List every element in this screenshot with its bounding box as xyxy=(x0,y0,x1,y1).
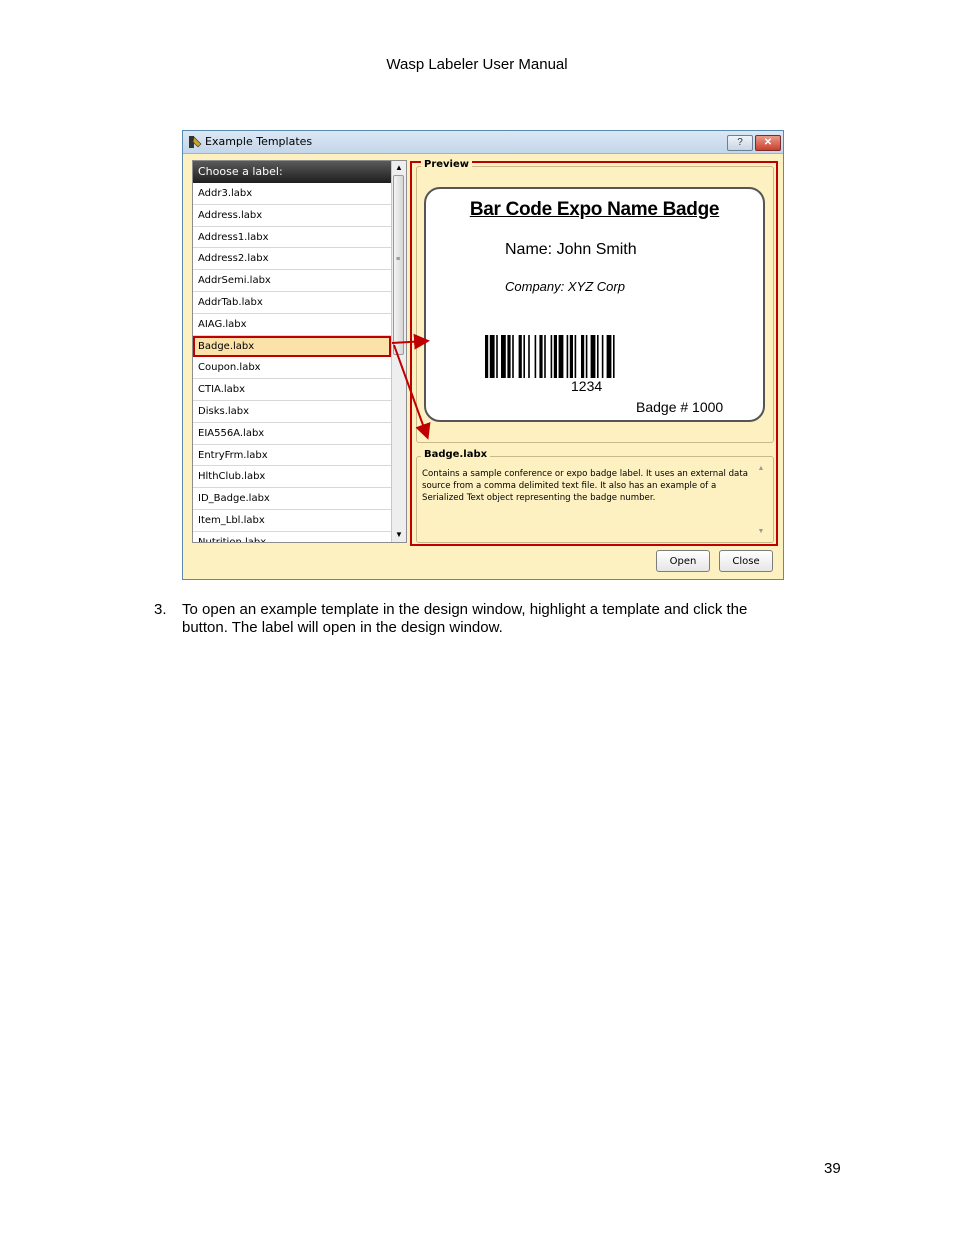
list-items: Addr3.labx Address.labx Address1.labx Addre… xyxy=(193,183,391,542)
barcode-bar xyxy=(534,335,537,378)
description-text: Contains a sample conference or expo bad… xyxy=(422,469,748,503)
document-header-title: Wasp Labeler User Manual xyxy=(386,56,568,73)
list-item[interactable]: HlthClub.labx xyxy=(193,466,391,489)
help-button[interactable]: ? xyxy=(727,135,753,151)
barcode-bar xyxy=(613,335,615,378)
grip-icon: ≡ xyxy=(396,256,401,263)
barcode-bar xyxy=(550,335,553,378)
list-item[interactable]: EIA556A.labx xyxy=(193,423,391,445)
barcode-bar xyxy=(512,335,514,378)
barcode-bar xyxy=(539,335,543,378)
example-templates-dialog: Example Templates ? ✕ Choose a label: Ad… xyxy=(182,130,784,580)
barcode-bar xyxy=(496,335,498,378)
list-scrollbar[interactable]: ▲ ≡ ▼ xyxy=(391,161,406,542)
page-number: 39 xyxy=(824,1160,841,1177)
badge-name: Name: John Smith xyxy=(505,241,637,258)
barcode-bar xyxy=(553,335,557,378)
badge-barcode-number: 1234 xyxy=(571,378,603,394)
barcode-bar xyxy=(501,335,506,378)
dialog-titlebar[interactable]: Example Templates ? ✕ xyxy=(183,131,783,154)
barcode-bar xyxy=(597,335,599,378)
list-item[interactable]: Address.labx xyxy=(193,205,391,227)
list-item[interactable]: EntryFrm.labx xyxy=(193,445,391,467)
barcode-bar xyxy=(544,335,546,378)
barcode-bar xyxy=(601,335,604,378)
list-item[interactable]: Item_Lbl.labx xyxy=(193,510,391,532)
badge-company: Company: XYZ Corp xyxy=(505,279,625,294)
description-group-label: Badge.labx xyxy=(421,449,491,460)
preview-group: Preview Bar Code Expo Name Badge Name: J… xyxy=(416,159,774,443)
list-item[interactable]: AIAG.labx xyxy=(193,314,391,336)
scroll-up-arrow-icon[interactable]: ▲ xyxy=(755,465,767,472)
barcode-bar xyxy=(566,335,569,378)
list-item[interactable]: Addr3.labx xyxy=(193,183,391,205)
barcode-bar xyxy=(606,335,612,378)
barcode-bar xyxy=(507,335,511,378)
badge-preview: Bar Code Expo Name Badge Name: John Smit… xyxy=(424,187,765,422)
scroll-up-arrow-icon[interactable]: ▲ xyxy=(392,161,406,175)
list-header: Choose a label: xyxy=(193,161,391,183)
list-item[interactable]: AddrSemi.labx xyxy=(193,270,391,292)
scroll-thumb[interactable]: ≡ xyxy=(393,175,404,355)
list-item[interactable]: AddrTab.labx xyxy=(193,292,391,314)
scroll-down-arrow-icon[interactable]: ▼ xyxy=(755,528,767,535)
barcode-bar xyxy=(528,335,530,378)
list-item[interactable]: ID_Badge.labx xyxy=(193,488,391,510)
close-button[interactable]: Close xyxy=(719,550,773,572)
list-item[interactable]: Nutrition.labx xyxy=(193,532,391,542)
barcode-bar xyxy=(574,335,577,378)
barcode-bar xyxy=(581,335,585,378)
open-button[interactable]: Open xyxy=(656,550,710,572)
barcode-bar xyxy=(569,335,573,378)
barcode-image xyxy=(485,335,615,378)
list-item[interactable]: Coupon.labx xyxy=(193,357,391,380)
list-item[interactable]: Address1.labx xyxy=(193,227,391,249)
description-group: Badge.labx Contains a sample conference … xyxy=(416,449,774,543)
list-item[interactable]: Badge.labx xyxy=(193,335,391,358)
badge-number: Badge # 1000 xyxy=(636,399,724,415)
template-listbox[interactable]: Choose a label: Addr3.labx Address.labx Ad… xyxy=(192,160,407,543)
window-close-button[interactable]: ✕ xyxy=(755,135,781,151)
list-item[interactable]: Disks.labx xyxy=(193,401,391,423)
templates-app-icon xyxy=(189,136,202,148)
barcode-bar xyxy=(489,335,495,378)
description-scrollbar[interactable]: ▲ ▼ xyxy=(755,465,767,535)
barcode-bar xyxy=(523,335,525,378)
step-text: To open an example template in the desig… xyxy=(182,601,748,636)
list-item[interactable]: Address2.labx xyxy=(193,248,391,271)
barcode-bar xyxy=(558,335,564,378)
barcode-bar xyxy=(518,335,522,378)
list-item[interactable]: CTIA.labx xyxy=(193,379,391,401)
preview-group-label: Preview xyxy=(421,159,473,170)
scroll-down-arrow-icon[interactable]: ▼ xyxy=(392,528,406,542)
dialog-title: Example Templates xyxy=(205,135,313,148)
barcode-bar xyxy=(585,335,588,378)
step-number: 3. xyxy=(154,601,167,618)
barcode-bar xyxy=(485,335,489,378)
badge-title: Bar Code Expo Name Badge xyxy=(469,199,720,220)
barcode-bar xyxy=(590,335,596,378)
